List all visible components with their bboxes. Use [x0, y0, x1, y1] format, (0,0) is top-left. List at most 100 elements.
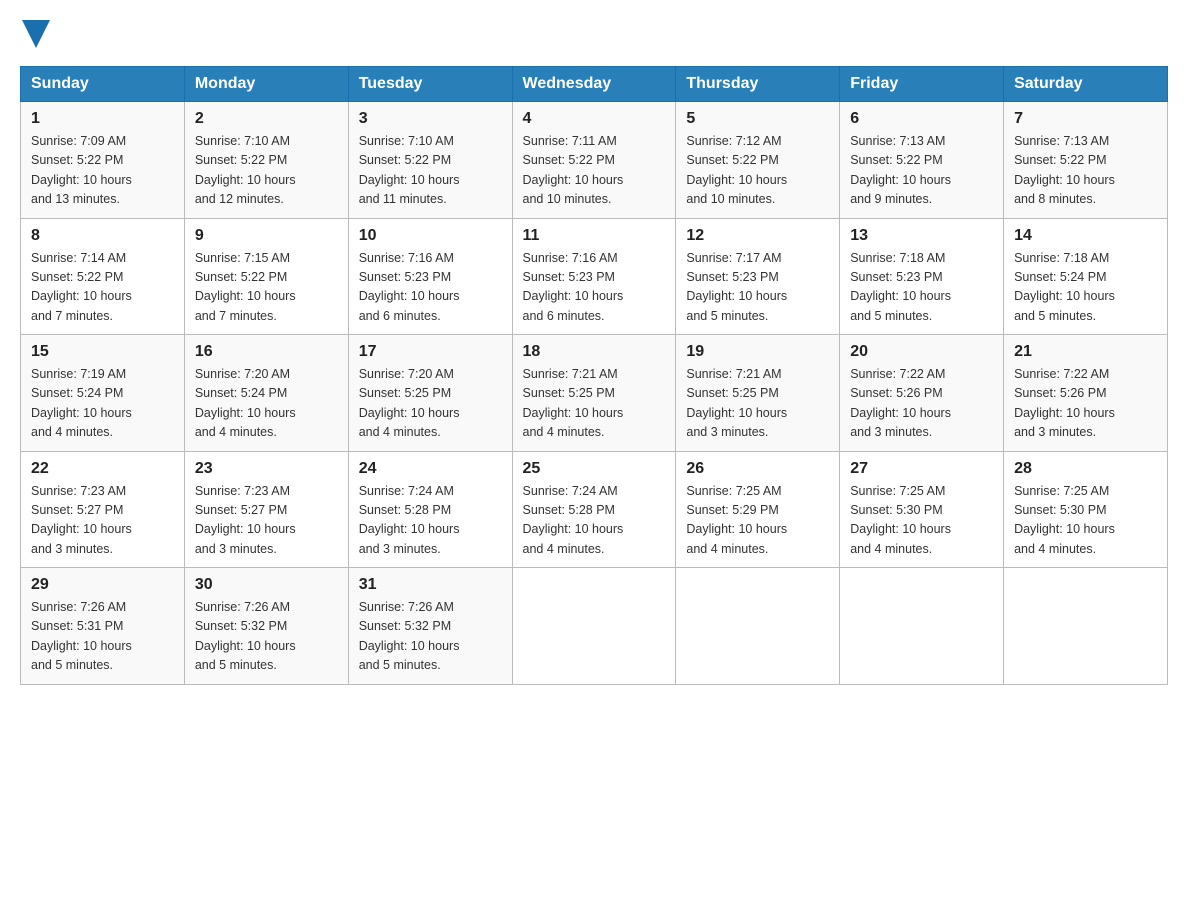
day-number: 5	[686, 110, 829, 128]
day-info: Sunrise: 7:15 AM Sunset: 5:22 PM Dayligh…	[195, 249, 338, 327]
calendar-day-cell: 15 Sunrise: 7:19 AM Sunset: 5:24 PM Dayl…	[21, 335, 185, 452]
logo-icon	[22, 20, 50, 48]
calendar-day-cell: 14 Sunrise: 7:18 AM Sunset: 5:24 PM Dayl…	[1004, 218, 1168, 335]
day-info: Sunrise: 7:10 AM Sunset: 5:22 PM Dayligh…	[195, 132, 338, 210]
calendar-day-cell: 7 Sunrise: 7:13 AM Sunset: 5:22 PM Dayli…	[1004, 102, 1168, 219]
calendar-day-cell	[512, 568, 676, 685]
day-info: Sunrise: 7:21 AM Sunset: 5:25 PM Dayligh…	[523, 365, 666, 443]
day-info: Sunrise: 7:16 AM Sunset: 5:23 PM Dayligh…	[523, 249, 666, 327]
day-info: Sunrise: 7:23 AM Sunset: 5:27 PM Dayligh…	[31, 482, 174, 560]
day-number: 12	[686, 227, 829, 245]
calendar-day-cell: 2 Sunrise: 7:10 AM Sunset: 5:22 PM Dayli…	[184, 102, 348, 219]
calendar-day-cell: 22 Sunrise: 7:23 AM Sunset: 5:27 PM Dayl…	[21, 451, 185, 568]
day-number: 3	[359, 110, 502, 128]
calendar-table: SundayMondayTuesdayWednesdayThursdayFrid…	[20, 66, 1168, 685]
day-info: Sunrise: 7:13 AM Sunset: 5:22 PM Dayligh…	[1014, 132, 1157, 210]
day-info: Sunrise: 7:18 AM Sunset: 5:24 PM Dayligh…	[1014, 249, 1157, 327]
calendar-day-cell: 26 Sunrise: 7:25 AM Sunset: 5:29 PM Dayl…	[676, 451, 840, 568]
calendar-day-cell	[1004, 568, 1168, 685]
day-number: 10	[359, 227, 502, 245]
day-number: 14	[1014, 227, 1157, 245]
day-info: Sunrise: 7:10 AM Sunset: 5:22 PM Dayligh…	[359, 132, 502, 210]
day-number: 22	[31, 460, 174, 478]
day-number: 4	[523, 110, 666, 128]
day-number: 7	[1014, 110, 1157, 128]
calendar-week-row: 15 Sunrise: 7:19 AM Sunset: 5:24 PM Dayl…	[21, 335, 1168, 452]
day-info: Sunrise: 7:25 AM Sunset: 5:29 PM Dayligh…	[686, 482, 829, 560]
day-info: Sunrise: 7:21 AM Sunset: 5:25 PM Dayligh…	[686, 365, 829, 443]
day-number: 18	[523, 343, 666, 361]
calendar-day-cell: 21 Sunrise: 7:22 AM Sunset: 5:26 PM Dayl…	[1004, 335, 1168, 452]
calendar-week-row: 22 Sunrise: 7:23 AM Sunset: 5:27 PM Dayl…	[21, 451, 1168, 568]
day-number: 9	[195, 227, 338, 245]
calendar-day-cell: 23 Sunrise: 7:23 AM Sunset: 5:27 PM Dayl…	[184, 451, 348, 568]
day-info: Sunrise: 7:25 AM Sunset: 5:30 PM Dayligh…	[850, 482, 993, 560]
calendar-day-cell: 10 Sunrise: 7:16 AM Sunset: 5:23 PM Dayl…	[348, 218, 512, 335]
day-number: 20	[850, 343, 993, 361]
header-cell-wednesday: Wednesday	[512, 67, 676, 102]
calendar-week-row: 8 Sunrise: 7:14 AM Sunset: 5:22 PM Dayli…	[21, 218, 1168, 335]
calendar-header-row: SundayMondayTuesdayWednesdayThursdayFrid…	[21, 67, 1168, 102]
logo	[20, 20, 50, 48]
calendar-day-cell: 31 Sunrise: 7:26 AM Sunset: 5:32 PM Dayl…	[348, 568, 512, 685]
day-info: Sunrise: 7:19 AM Sunset: 5:24 PM Dayligh…	[31, 365, 174, 443]
calendar-day-cell: 19 Sunrise: 7:21 AM Sunset: 5:25 PM Dayl…	[676, 335, 840, 452]
day-info: Sunrise: 7:26 AM Sunset: 5:32 PM Dayligh…	[195, 598, 338, 676]
day-info: Sunrise: 7:24 AM Sunset: 5:28 PM Dayligh…	[523, 482, 666, 560]
day-number: 23	[195, 460, 338, 478]
calendar-day-cell: 1 Sunrise: 7:09 AM Sunset: 5:22 PM Dayli…	[21, 102, 185, 219]
day-number: 19	[686, 343, 829, 361]
calendar-day-cell: 6 Sunrise: 7:13 AM Sunset: 5:22 PM Dayli…	[840, 102, 1004, 219]
calendar-day-cell: 12 Sunrise: 7:17 AM Sunset: 5:23 PM Dayl…	[676, 218, 840, 335]
calendar-day-cell: 5 Sunrise: 7:12 AM Sunset: 5:22 PM Dayli…	[676, 102, 840, 219]
day-number: 25	[523, 460, 666, 478]
day-info: Sunrise: 7:14 AM Sunset: 5:22 PM Dayligh…	[31, 249, 174, 327]
header-cell-monday: Monday	[184, 67, 348, 102]
calendar-day-cell: 30 Sunrise: 7:26 AM Sunset: 5:32 PM Dayl…	[184, 568, 348, 685]
calendar-week-row: 29 Sunrise: 7:26 AM Sunset: 5:31 PM Dayl…	[21, 568, 1168, 685]
day-number: 15	[31, 343, 174, 361]
calendar-day-cell: 24 Sunrise: 7:24 AM Sunset: 5:28 PM Dayl…	[348, 451, 512, 568]
calendar-day-cell	[840, 568, 1004, 685]
day-info: Sunrise: 7:17 AM Sunset: 5:23 PM Dayligh…	[686, 249, 829, 327]
header-cell-thursday: Thursday	[676, 67, 840, 102]
day-number: 11	[523, 227, 666, 245]
day-info: Sunrise: 7:09 AM Sunset: 5:22 PM Dayligh…	[31, 132, 174, 210]
day-info: Sunrise: 7:20 AM Sunset: 5:24 PM Dayligh…	[195, 365, 338, 443]
day-info: Sunrise: 7:11 AM Sunset: 5:22 PM Dayligh…	[523, 132, 666, 210]
calendar-day-cell: 17 Sunrise: 7:20 AM Sunset: 5:25 PM Dayl…	[348, 335, 512, 452]
calendar-day-cell: 18 Sunrise: 7:21 AM Sunset: 5:25 PM Dayl…	[512, 335, 676, 452]
day-info: Sunrise: 7:26 AM Sunset: 5:31 PM Dayligh…	[31, 598, 174, 676]
calendar-day-cell: 11 Sunrise: 7:16 AM Sunset: 5:23 PM Dayl…	[512, 218, 676, 335]
day-info: Sunrise: 7:23 AM Sunset: 5:27 PM Dayligh…	[195, 482, 338, 560]
day-number: 29	[31, 576, 174, 594]
day-info: Sunrise: 7:24 AM Sunset: 5:28 PM Dayligh…	[359, 482, 502, 560]
day-number: 2	[195, 110, 338, 128]
page-header	[20, 20, 1168, 48]
day-number: 16	[195, 343, 338, 361]
day-number: 24	[359, 460, 502, 478]
day-info: Sunrise: 7:12 AM Sunset: 5:22 PM Dayligh…	[686, 132, 829, 210]
calendar-day-cell	[676, 568, 840, 685]
day-info: Sunrise: 7:22 AM Sunset: 5:26 PM Dayligh…	[850, 365, 993, 443]
day-number: 21	[1014, 343, 1157, 361]
day-info: Sunrise: 7:25 AM Sunset: 5:30 PM Dayligh…	[1014, 482, 1157, 560]
calendar-day-cell: 20 Sunrise: 7:22 AM Sunset: 5:26 PM Dayl…	[840, 335, 1004, 452]
header-cell-sunday: Sunday	[21, 67, 185, 102]
calendar-day-cell: 25 Sunrise: 7:24 AM Sunset: 5:28 PM Dayl…	[512, 451, 676, 568]
day-number: 26	[686, 460, 829, 478]
header-cell-saturday: Saturday	[1004, 67, 1168, 102]
day-number: 17	[359, 343, 502, 361]
calendar-day-cell: 28 Sunrise: 7:25 AM Sunset: 5:30 PM Dayl…	[1004, 451, 1168, 568]
header-cell-tuesday: Tuesday	[348, 67, 512, 102]
calendar-day-cell: 8 Sunrise: 7:14 AM Sunset: 5:22 PM Dayli…	[21, 218, 185, 335]
calendar-day-cell: 3 Sunrise: 7:10 AM Sunset: 5:22 PM Dayli…	[348, 102, 512, 219]
calendar-week-row: 1 Sunrise: 7:09 AM Sunset: 5:22 PM Dayli…	[21, 102, 1168, 219]
calendar-day-cell: 9 Sunrise: 7:15 AM Sunset: 5:22 PM Dayli…	[184, 218, 348, 335]
day-number: 30	[195, 576, 338, 594]
calendar-day-cell: 4 Sunrise: 7:11 AM Sunset: 5:22 PM Dayli…	[512, 102, 676, 219]
day-info: Sunrise: 7:26 AM Sunset: 5:32 PM Dayligh…	[359, 598, 502, 676]
day-number: 13	[850, 227, 993, 245]
calendar-day-cell: 29 Sunrise: 7:26 AM Sunset: 5:31 PM Dayl…	[21, 568, 185, 685]
header-cell-friday: Friday	[840, 67, 1004, 102]
